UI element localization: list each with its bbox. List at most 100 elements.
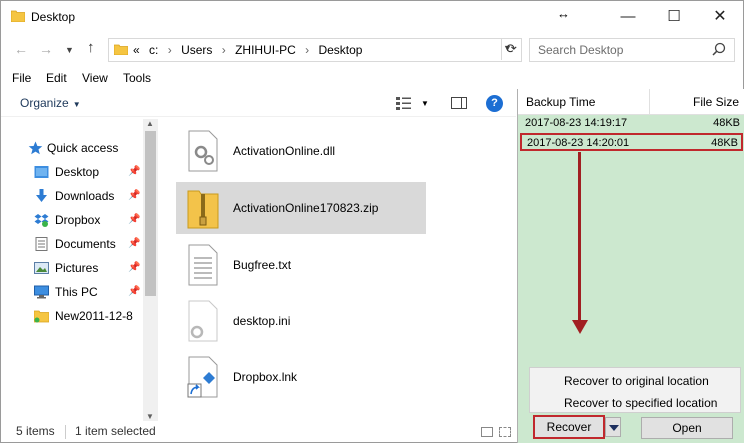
zip-folder-icon <box>187 190 219 229</box>
search-placeholder: Search Desktop <box>538 43 624 57</box>
sidebar-item-label: Quick access <box>47 141 119 155</box>
search-icon <box>712 42 726 56</box>
details-view-icon[interactable] <box>481 427 493 437</box>
command-toolbar: Organize ▼ ▼ ? <box>1 89 516 117</box>
open-button[interactable]: Open <box>641 417 733 439</box>
breadcrumb-item[interactable]: c: <box>149 43 158 57</box>
menu-file[interactable]: File <box>12 71 31 85</box>
documents-icon <box>35 237 48 251</box>
menu-edit[interactable]: Edit <box>46 71 67 85</box>
help-icon[interactable]: ? <box>486 95 503 112</box>
search-input[interactable]: Search Desktop <box>529 38 735 62</box>
folder-icon <box>11 10 25 22</box>
breadcrumb-item[interactable]: Users <box>181 43 212 57</box>
menu-item-recover-specified[interactable]: Recover to specified location <box>564 396 717 410</box>
navigation-scrollbar[interactable]: ▲ ▼ <box>143 119 158 421</box>
back-arrow-icon[interactable]: ← <box>14 41 28 57</box>
item-count: 5 items <box>16 424 55 438</box>
sidebar-item-label: Documents <box>55 237 116 251</box>
file-list: ActivationOnline.dll ActivationOnline170… <box>171 121 511 421</box>
sidebar-item-quick-access[interactable]: Quick access <box>1 137 141 159</box>
sidebar-item-label: Dropbox <box>55 213 101 227</box>
forward-arrow-icon[interactable]: → <box>39 41 53 57</box>
backup-size: 48KB <box>713 117 740 129</box>
menu-bar: File Edit View Tools <box>1 68 743 88</box>
column-header-backup-time[interactable]: Backup Time <box>526 95 595 109</box>
minimize-button[interactable]: — <box>605 1 651 33</box>
desktop-icon <box>34 166 49 178</box>
dll-icon <box>188 130 218 172</box>
sidebar-item-this-pc[interactable]: This PC 📌 <box>1 281 141 303</box>
pin-icon: 📌 <box>128 238 141 249</box>
sidebar-item-label: Desktop <box>55 165 100 179</box>
menu-view[interactable]: View <box>82 71 108 85</box>
preview-pane-icon[interactable] <box>451 97 467 109</box>
folder-icon <box>34 310 49 323</box>
scroll-up-icon[interactable]: ▲ <box>146 119 154 128</box>
maximize-button[interactable]: ☐ <box>651 1 697 33</box>
address-bar[interactable]: « c: › Users › ZHIHUI-PC › Desktop ▼ <box>108 38 522 62</box>
navigation-pane: Quick access Desktop 📌 Downloads 📌 Dropb… <box>1 119 159 421</box>
recover-button[interactable]: Recover <box>533 415 605 439</box>
breadcrumb-overflow[interactable]: « <box>133 43 140 57</box>
large-icons-view-icon[interactable] <box>499 427 511 437</box>
file-name: Dropbox.lnk <box>233 370 298 384</box>
scrollbar-thumb[interactable] <box>145 131 156 296</box>
breadcrumb-separator[interactable]: › <box>305 43 309 57</box>
backup-time: 2017-08-23 14:20:01 <box>527 137 630 149</box>
navigation-bar: ← → ▼ ↑ « c: › Users › ZHIHUI-PC › Deskt… <box>1 33 743 67</box>
backup-row[interactable]: 2017-08-23 14:19:17 48KB <box>520 115 743 133</box>
breadcrumb-separator[interactable]: › <box>222 43 226 57</box>
sidebar-item-dropbox[interactable]: Dropbox 📌 <box>1 209 141 231</box>
sidebar-item-label: This PC <box>55 285 98 299</box>
download-icon <box>36 189 47 202</box>
annotation-arrow-head <box>572 320 588 334</box>
chevron-down-icon: ▼ <box>72 100 81 109</box>
breadcrumb: « c: › Users › ZHIHUI-PC › Desktop <box>133 43 368 57</box>
recover-dropdown-chevron-icon[interactable] <box>605 417 621 437</box>
breadcrumb-separator[interactable]: › <box>168 43 172 57</box>
column-divider[interactable] <box>649 89 650 115</box>
change-view-icon[interactable] <box>396 96 412 110</box>
computer-icon <box>34 285 49 299</box>
organize-label: Organize <box>20 96 69 110</box>
file-item-selected[interactable]: ActivationOnline170823.zip <box>176 182 426 234</box>
recent-locations-chevron-icon[interactable]: ▼ <box>65 45 74 55</box>
sidebar-item-label: New2011-12-8 <box>55 309 133 323</box>
pin-icon: 📌 <box>128 262 141 273</box>
text-file-icon <box>188 244 218 286</box>
file-item[interactable]: desktop.ini <box>176 295 426 347</box>
backup-list-header: Backup Time File Size <box>518 89 744 115</box>
pin-icon: 📌 <box>128 286 141 297</box>
file-name: Bugfree.txt <box>233 258 292 272</box>
breadcrumb-item[interactable]: ZHIHUI-PC <box>235 43 296 57</box>
pin-icon: 📌 <box>128 214 141 225</box>
refresh-icon[interactable]: ⟳ <box>501 38 521 60</box>
title-bar: Desktop ↔ — ☐ ✕ <box>1 1 743 33</box>
sidebar-item-downloads[interactable]: Downloads 📌 <box>1 185 141 207</box>
sidebar-item-documents[interactable]: Documents 📌 <box>1 233 141 255</box>
scroll-down-icon[interactable]: ▼ <box>146 412 154 421</box>
explorer-window: Desktop ↔ — ☐ ✕ ← → ▼ ↑ « c: › Users › Z… <box>0 0 744 443</box>
close-button[interactable]: ✕ <box>697 1 743 33</box>
selection-count: 1 item selected <box>75 424 156 438</box>
view-options-chevron-icon[interactable]: ▼ <box>421 99 429 108</box>
file-name: ActivationOnline.dll <box>233 144 336 158</box>
menu-tools[interactable]: Tools <box>123 71 151 85</box>
sidebar-item-new-folder[interactable]: New2011-12-8 <box>1 305 141 327</box>
folder-icon <box>114 44 128 55</box>
window-title: Desktop <box>31 10 76 24</box>
menu-item-recover-original[interactable]: Recover to original location <box>564 374 709 388</box>
organize-button[interactable]: Organize ▼ <box>20 96 81 110</box>
column-header-file-size[interactable]: File Size <box>693 95 739 109</box>
backup-size: 48KB <box>711 137 738 149</box>
file-item[interactable]: Bugfree.txt <box>176 239 426 291</box>
file-item[interactable]: Dropbox.lnk <box>176 351 426 403</box>
backup-row-selected[interactable]: 2017-08-23 14:20:01 48KB <box>520 133 743 151</box>
breadcrumb-item[interactable]: Desktop <box>318 43 362 57</box>
sidebar-item-pictures[interactable]: Pictures 📌 <box>1 257 141 279</box>
sidebar-item-label: Pictures <box>55 261 99 275</box>
sidebar-item-desktop[interactable]: Desktop 📌 <box>1 161 141 183</box>
up-arrow-icon[interactable]: ↑ <box>87 39 95 56</box>
file-item[interactable]: ActivationOnline.dll <box>176 125 426 177</box>
